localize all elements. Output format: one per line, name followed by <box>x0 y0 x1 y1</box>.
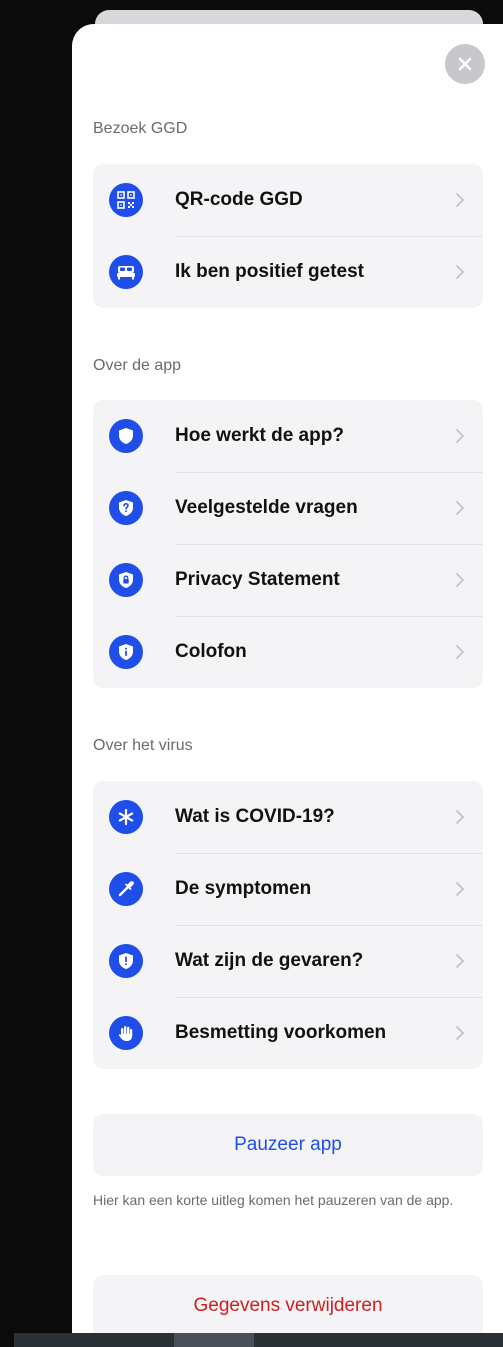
window-edge <box>0 0 14 1347</box>
question-shield-icon <box>109 491 143 525</box>
menu-item-label: Veelgestelde vragen <box>175 497 358 518</box>
menu-sheet: Bezoek GGD QR-code GGD Ik ben positief g… <box>72 24 503 1334</box>
chevron-right-icon <box>437 881 465 897</box>
menu-item-tested-positive[interactable]: Ik ben positief getest <box>93 236 483 308</box>
group-about-app: Hoe werkt de app? Veelgestelde vragen Pr… <box>93 400 483 688</box>
menu-item-symptoms[interactable]: De symptomen <box>93 853 483 925</box>
alert-shield-icon <box>109 944 143 978</box>
asterisk-icon <box>109 800 143 834</box>
group-about-virus: Wat is COVID-19? De symptomen Wat zijn d… <box>93 781 483 1069</box>
menu-item-how-it-works[interactable]: Hoe werkt de app? <box>93 400 483 472</box>
pipette-icon <box>109 872 143 906</box>
section-title-about-app: Over de app <box>93 357 182 374</box>
menu-item-privacy[interactable]: Privacy Statement <box>93 544 483 616</box>
menu-item-label: Ik ben positief getest <box>175 261 364 282</box>
menu-item-label: Wat zijn de gevaren? <box>175 950 364 971</box>
menu-item-label: Colofon <box>175 641 247 662</box>
section-title-about-virus: Over het virus <box>93 737 193 754</box>
menu-item-dangers[interactable]: Wat zijn de gevaren? <box>93 925 483 997</box>
chevron-right-icon <box>437 192 465 208</box>
pause-explanation: Hier kan een korte uitleg komen het pauz… <box>93 1192 454 1208</box>
menu-item-prevent-infection[interactable]: Besmetting voorkomen <box>93 997 483 1069</box>
chevron-right-icon <box>437 500 465 516</box>
hand-icon <box>109 1016 143 1050</box>
chevron-right-icon <box>437 953 465 969</box>
menu-item-label: Wat is COVID-19? <box>175 806 335 827</box>
chevron-right-icon <box>437 809 465 825</box>
chevron-right-icon <box>437 572 465 588</box>
menu-item-label: Privacy Statement <box>175 569 340 590</box>
delete-data-button[interactable]: Gegevens verwijderen <box>93 1275 483 1334</box>
bottom-bar <box>14 1333 503 1347</box>
info-shield-icon <box>109 635 143 669</box>
menu-item-label: De symptomen <box>175 878 312 899</box>
menu-item-colofon[interactable]: Colofon <box>93 616 483 688</box>
group-visit: QR-code GGD Ik ben positief getest <box>93 164 483 308</box>
menu-item-label: QR-code GGD <box>175 189 303 210</box>
section-title-visit: Bezoek GGD <box>93 120 188 137</box>
shield-icon <box>109 419 143 453</box>
bed-icon <box>109 255 143 289</box>
chevron-right-icon <box>437 1025 465 1041</box>
close-icon <box>458 57 472 71</box>
lock-shield-icon <box>109 563 143 597</box>
menu-item-faq[interactable]: Veelgestelde vragen <box>93 472 483 544</box>
chevron-right-icon <box>437 264 465 280</box>
menu-item-qr-code[interactable]: QR-code GGD <box>93 164 483 236</box>
app-screen: Bezoek GGD QR-code GGD Ik ben positief g… <box>0 0 503 1347</box>
qr-code-icon <box>109 183 143 217</box>
chevron-right-icon <box>437 644 465 660</box>
menu-item-label: Hoe werkt de app? <box>175 425 344 446</box>
bottom-bar-segment <box>174 1333 254 1347</box>
close-button[interactable] <box>445 44 485 84</box>
menu-item-what-is-covid[interactable]: Wat is COVID-19? <box>93 781 483 853</box>
chevron-right-icon <box>437 428 465 444</box>
pause-app-button[interactable]: Pauzeer app <box>93 1114 483 1176</box>
menu-item-label: Besmetting voorkomen <box>175 1022 387 1043</box>
